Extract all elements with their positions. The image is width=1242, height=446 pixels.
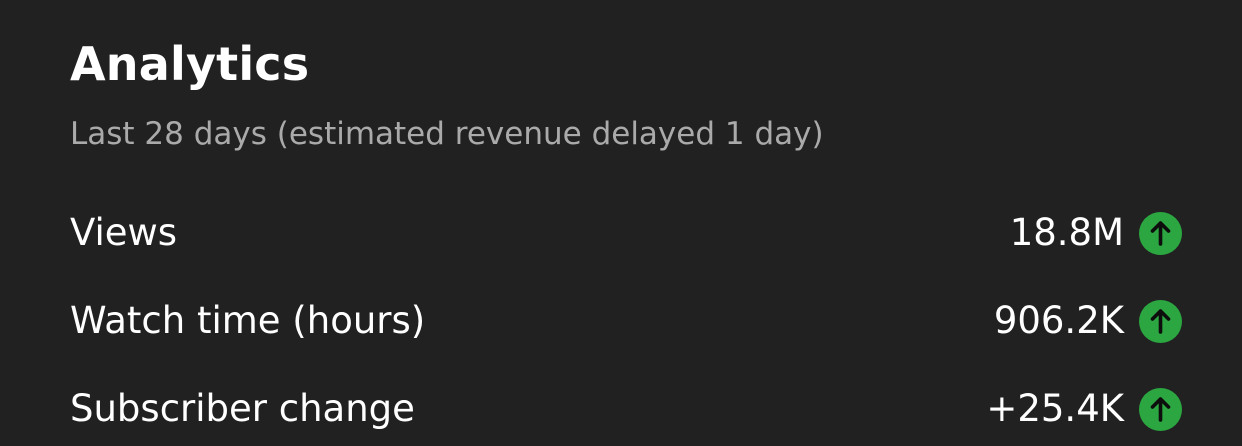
arrow-up-icon xyxy=(1139,211,1182,255)
metric-value-group: 906.2K xyxy=(994,297,1182,345)
metric-value: +25.4K xyxy=(986,387,1124,430)
metric-label: Watch time (hours) xyxy=(70,299,426,342)
analytics-card: Analytics Last 28 days (estimated revenu… xyxy=(0,0,1242,446)
arrow-up-icon xyxy=(1139,299,1182,343)
metric-value-group: 18.8M xyxy=(1010,209,1182,257)
arrow-up-icon xyxy=(1139,387,1182,431)
card-subtitle: Last 28 days (estimated revenue delayed … xyxy=(70,116,824,152)
metric-value: 18.8M xyxy=(1009,211,1124,254)
metric-value-group: +25.4K xyxy=(986,385,1182,433)
metric-label: Subscriber change xyxy=(70,387,415,430)
metric-row-subscriber-change: Subscriber change +25.4K xyxy=(70,379,1182,439)
card-title: Analytics xyxy=(70,37,310,91)
metric-value: 906.2K xyxy=(993,299,1124,342)
metric-row-views: Views 18.8M xyxy=(70,203,1182,263)
metric-row-watch-time: Watch time (hours) 906.2K xyxy=(70,291,1182,351)
metric-label: Views xyxy=(70,211,178,254)
